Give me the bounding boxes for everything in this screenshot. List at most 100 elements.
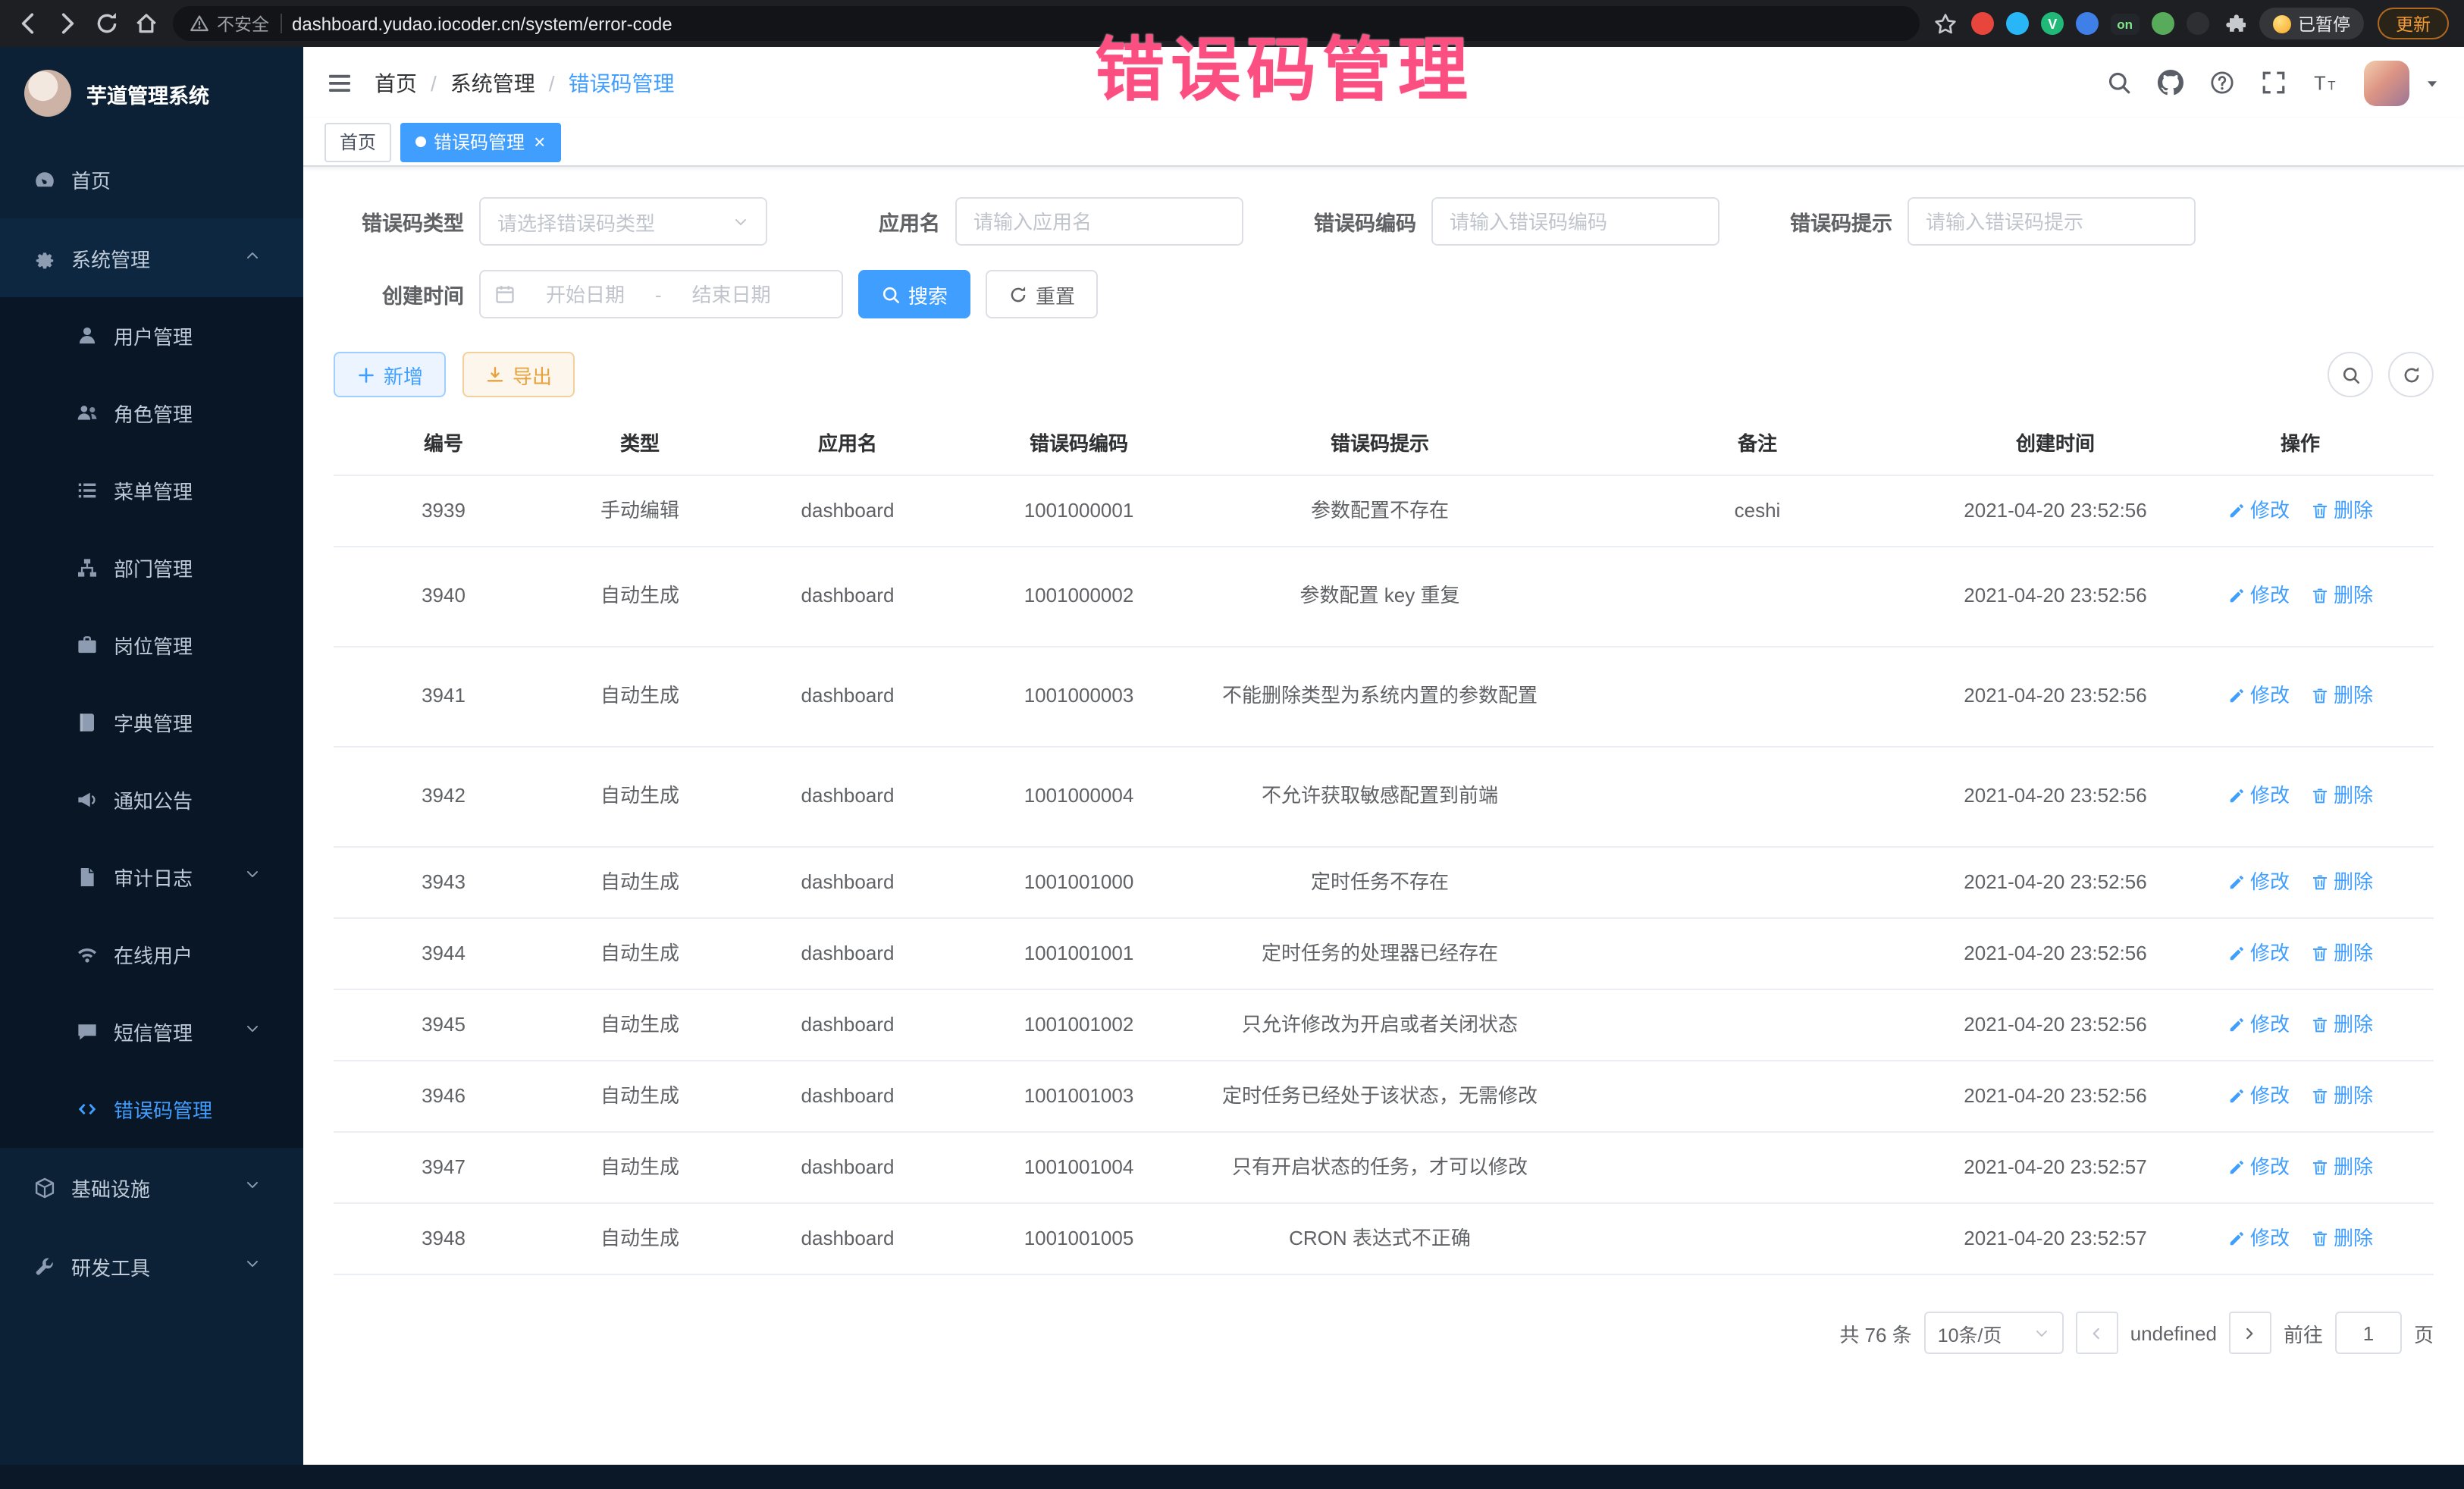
delete-link[interactable]: 删除 [2311, 1080, 2373, 1112]
close-icon[interactable]: × [534, 132, 545, 152]
leaf-icon[interactable] [2151, 12, 2174, 35]
search-button[interactable]: 搜索 [858, 270, 970, 318]
browser-back-icon[interactable] [15, 11, 41, 36]
extensions-puzzle-icon[interactable] [2222, 12, 2245, 35]
edit-link[interactable]: 修改 [2227, 581, 2290, 613]
color-picker-icon[interactable] [2006, 12, 2029, 35]
breadcrumb-home[interactable]: 首页 [375, 67, 417, 98]
date-range-picker[interactable]: - [479, 270, 843, 318]
refresh-table-button[interactable] [2388, 352, 2434, 397]
edit-link[interactable]: 修改 [2227, 1009, 2290, 1041]
error-type-select[interactable]: 请选择错误码类型 [479, 197, 767, 246]
end-date-input[interactable] [668, 283, 795, 306]
toggle-search-button[interactable] [2328, 352, 2373, 397]
cell-actions: 修改删除 [2167, 672, 2434, 722]
delete-link[interactable]: 删除 [2311, 1223, 2373, 1255]
edit-link[interactable]: 修改 [2227, 1080, 2290, 1112]
delete-link-label: 删除 [2334, 938, 2373, 970]
tab-label: 首页 [340, 129, 376, 155]
delete-link[interactable]: 删除 [2311, 1009, 2373, 1041]
tab-error-code[interactable]: 错误码管理× [400, 122, 560, 161]
cell-app: dashboard [726, 929, 969, 979]
delete-link[interactable]: 删除 [2311, 938, 2373, 970]
screenshot-stage: 不安全 dashboard.yudao.iocoder.cn/system/er… [0, 0, 2464, 1489]
delete-link-label: 删除 [2334, 581, 2373, 613]
delete-link[interactable]: 删除 [2311, 1152, 2373, 1183]
hamburger-icon[interactable] [326, 69, 353, 96]
start-date-input[interactable] [522, 283, 649, 306]
delete-link[interactable]: 删除 [2311, 867, 2373, 898]
browser-update-button[interactable]: 更新 [2378, 8, 2449, 39]
prev-page-button[interactable] [2076, 1312, 2118, 1354]
reset-button[interactable]: 重置 [986, 270, 1098, 318]
delete-link[interactable]: 删除 [2311, 681, 2373, 713]
apps-grid-icon[interactable] [2076, 12, 2099, 35]
sidebar-item-devtools[interactable]: 研发工具 [0, 1227, 303, 1306]
sidebar-item-role[interactable]: 角色管理 [0, 375, 303, 452]
edit-link[interactable]: 修改 [2227, 681, 2290, 713]
security-warning[interactable]: 不安全 [190, 11, 269, 36]
cell-type: 自动生成 [553, 1214, 726, 1264]
sidebar-item-audit[interactable]: 审计日志 [0, 839, 303, 916]
sidebar-logo-row[interactable]: 芋道管理系统 [0, 47, 303, 139]
warning-icon [190, 14, 209, 33]
header-icons: TT [2106, 70, 2338, 96]
edit-link[interactable]: 修改 [2227, 495, 2290, 527]
goto-page-input[interactable] [2335, 1312, 2402, 1354]
edit-link-label: 修改 [2250, 938, 2290, 970]
add-button[interactable]: 新增 [334, 352, 446, 397]
error-code-input[interactable] [1431, 197, 1719, 246]
paw-icon[interactable] [2186, 12, 2209, 35]
sidebar-menu: 首页系统管理用户管理角色管理菜单管理部门管理岗位管理字典管理通知公告审计日志在线… [0, 139, 303, 1306]
browser-forward-icon[interactable] [55, 11, 80, 36]
app-name-input[interactable] [955, 197, 1243, 246]
paused-badge[interactable]: 已暂停 [2259, 8, 2364, 39]
export-button[interactable]: 导出 [462, 352, 575, 397]
sidebar-item-menu[interactable]: 菜单管理 [0, 452, 303, 529]
edit-link[interactable]: 修改 [2227, 938, 2290, 970]
adblock-icon[interactable] [1971, 12, 1994, 35]
sidebar-item-infra[interactable]: 基础设施 [0, 1148, 303, 1227]
sidebar-item-errcode[interactable]: 错误码管理 [0, 1071, 303, 1148]
sidebar-item-dept[interactable]: 部门管理 [0, 529, 303, 607]
page-size-select[interactable]: 10条/页 [1924, 1312, 2064, 1354]
sidebar-item-label: 审计日志 [114, 863, 244, 892]
avatar-caret-down-icon[interactable] [2423, 74, 2441, 92]
github-icon[interactable] [2158, 70, 2183, 96]
cell-id: 3939 [334, 486, 553, 536]
breadcrumb-system[interactable]: 系统管理 [450, 67, 535, 98]
delete-link[interactable]: 删除 [2311, 495, 2373, 527]
sidebar-item-post[interactable]: 岗位管理 [0, 607, 303, 684]
cell-id: 3944 [334, 929, 553, 979]
sidebar-item-online[interactable]: 在线用户 [0, 916, 303, 993]
fullscreen-icon[interactable] [2261, 70, 2287, 96]
help-icon[interactable] [2209, 70, 2235, 96]
sidebar-item-notice[interactable]: 通知公告 [0, 761, 303, 839]
browser-home-icon[interactable] [133, 11, 159, 36]
sidebar-item-dict[interactable]: 字典管理 [0, 684, 303, 761]
bookmark-star-icon[interactable] [1933, 11, 1958, 36]
url-bar[interactable]: 不安全 dashboard.yudao.iocoder.cn/system/er… [173, 6, 1920, 41]
browser-reload-icon[interactable] [94, 11, 120, 36]
sidebar-item-sms[interactable]: 短信管理 [0, 993, 303, 1071]
switch-on-icon[interactable]: on [2111, 13, 2139, 34]
next-page-button[interactable] [2229, 1312, 2271, 1354]
edit-link[interactable]: 修改 [2227, 781, 2290, 813]
edit-link[interactable]: 修改 [2227, 1223, 2290, 1255]
delete-link[interactable]: 删除 [2311, 581, 2373, 613]
edit-link[interactable]: 修改 [2227, 1152, 2290, 1183]
error-hint-input[interactable] [1908, 197, 2196, 246]
font-size-icon[interactable]: TT [2312, 70, 2338, 96]
sidebar-item-system[interactable]: 系统管理 [0, 218, 303, 297]
search-icon[interactable] [2106, 70, 2132, 96]
delete-link[interactable]: 删除 [2311, 781, 2373, 813]
sidebar-item-home[interactable]: 首页 [0, 139, 303, 218]
edit-link[interactable]: 修改 [2227, 867, 2290, 898]
vue-devtools-icon[interactable]: V [2041, 12, 2064, 35]
breadcrumb-separator: / [431, 71, 437, 95]
cell-time: 2021-04-20 23:52:56 [1944, 857, 2167, 908]
sidebar-item-label: 研发工具 [71, 1252, 244, 1281]
tab-home[interactable]: 首页 [324, 122, 391, 161]
sidebar-item-user[interactable]: 用户管理 [0, 297, 303, 375]
avatar[interactable] [2364, 60, 2409, 105]
